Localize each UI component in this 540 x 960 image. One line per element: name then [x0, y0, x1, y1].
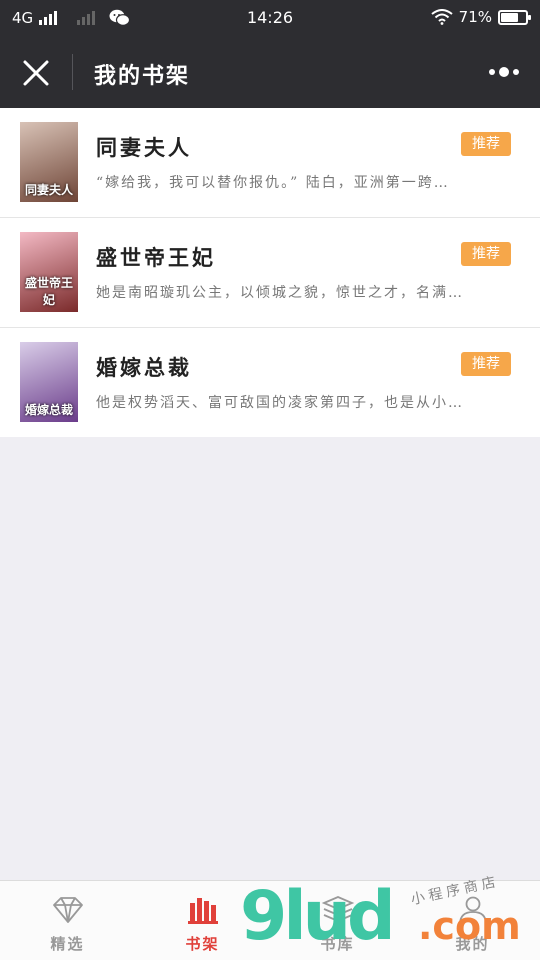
- book-title: 同妻夫人: [96, 135, 192, 160]
- book-title: 婚嫁总裁: [96, 355, 192, 380]
- tab-library[interactable]: 书库: [270, 881, 405, 960]
- book-summary: 她是南昭璇玑公主，以倾城之貌，惊世之才，名满…: [96, 285, 464, 301]
- book-cover: 同妻夫人: [20, 122, 78, 202]
- wifi-icon: [431, 9, 453, 25]
- close-icon: [23, 60, 49, 86]
- top-bar: 我的书架: [0, 36, 540, 108]
- cover-title: 盛世帝王妃: [24, 276, 73, 307]
- recommend-badge: 推荐: [461, 242, 511, 266]
- page-title: 我的书架: [94, 63, 191, 89]
- more-button[interactable]: [486, 62, 522, 82]
- header-divider: [72, 54, 73, 90]
- book-summary: 他是权势滔天、富可敌国的凌家第四子，也是从小…: [96, 395, 464, 411]
- close-button[interactable]: [18, 55, 54, 91]
- tab-bookshelf[interactable]: 书架: [135, 881, 270, 960]
- book-item[interactable]: 盛世帝王妃 盛世帝王妃 推荐 她是南昭璇玑公主，以倾城之貌，惊世之才，名满…: [0, 218, 540, 328]
- bookshelf-icon: [187, 898, 218, 924]
- user-icon: [458, 896, 487, 925]
- battery-icon: [498, 9, 531, 25]
- bottom-tab-bar: 精选 书架 书库 我的: [0, 880, 540, 960]
- recommend-badge: 推荐: [461, 132, 511, 156]
- tab-mine[interactable]: 我的: [405, 881, 540, 960]
- cover-title: 同妻夫人: [24, 183, 73, 197]
- tab-label: 书库: [320, 935, 355, 953]
- book-item[interactable]: 同妻夫人 同妻夫人 推荐 “嫁给我，我可以替你报仇。” 陆白，亚洲第一跨…: [0, 108, 540, 218]
- book-cover: 盛世帝王妃: [20, 232, 78, 312]
- book-title: 盛世帝王妃: [96, 245, 216, 270]
- book-cover: 婚嫁总裁: [20, 342, 78, 422]
- bookshelf-list: 同妻夫人 同妻夫人 推荐 “嫁给我，我可以替你报仇。” 陆白，亚洲第一跨… 盛世…: [0, 108, 540, 437]
- tab-label: 书架: [185, 935, 220, 953]
- diamond-icon: [52, 897, 83, 923]
- book-summary: “嫁给我，我可以替你报仇。” 陆白，亚洲第一跨…: [96, 175, 450, 191]
- tab-label: 精选: [50, 935, 85, 953]
- tab-featured[interactable]: 精选: [0, 881, 135, 960]
- tab-label: 我的: [455, 935, 490, 953]
- cover-title: 婚嫁总裁: [24, 403, 73, 417]
- recommend-badge: 推荐: [461, 352, 511, 376]
- library-icon: [321, 896, 354, 922]
- more-icon: [489, 67, 519, 77]
- book-item[interactable]: 婚嫁总裁 婚嫁总裁 推荐 他是权势滔天、富可敌国的凌家第四子，也是从小…: [0, 328, 540, 437]
- battery-percent: 71%: [458, 8, 492, 26]
- status-bar: 4G 14:26 71%: [0, 0, 540, 36]
